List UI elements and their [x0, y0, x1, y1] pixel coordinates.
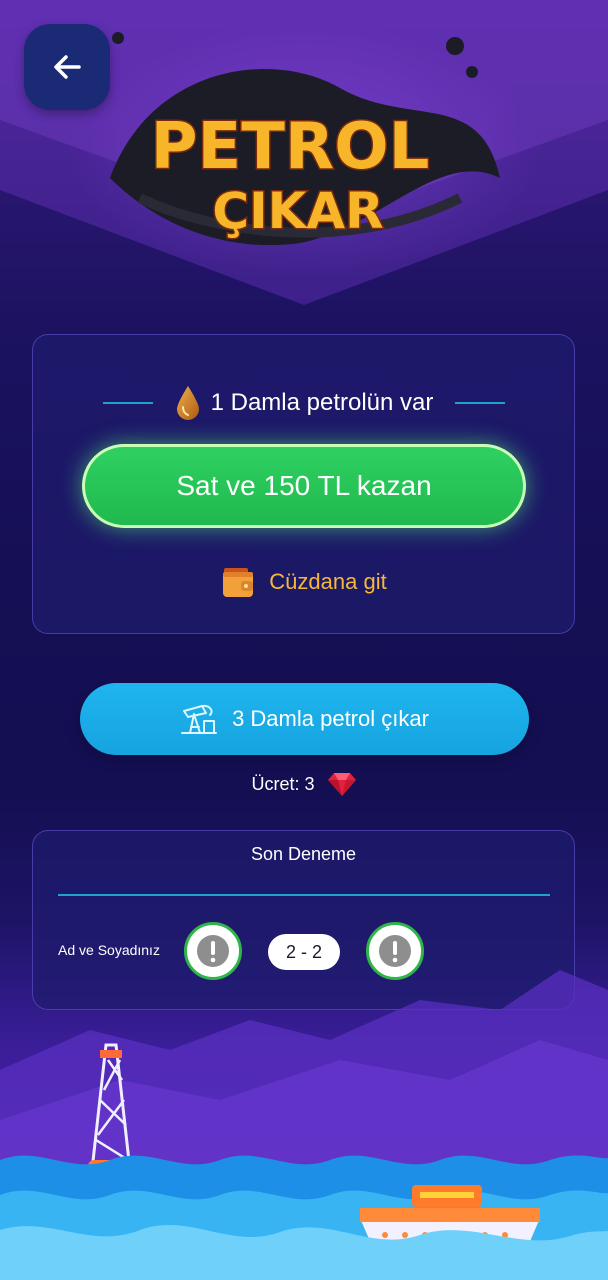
divider-left — [102, 402, 153, 404]
arrow-left-icon — [54, 55, 81, 79]
oil-drop-icon — [176, 386, 199, 420]
logo-line2: ÇIKAR — [212, 182, 383, 240]
extract-oil-button[interactable]: 3 Damla petrol çıkar — [80, 683, 529, 755]
petrol-balance-row: 1 Damla petrolün var — [0, 380, 608, 426]
oil-pump-icon — [181, 704, 218, 734]
fee-text: Ücret: 3 — [251, 773, 315, 794]
player-name: Ad ve Soyadınız — [58, 942, 160, 958]
logo-line1: PETROL — [151, 110, 430, 184]
go-to-wallet-link[interactable]: Cüzdana git — [0, 560, 608, 604]
ruby-gem-icon — [327, 773, 356, 796]
sell-button[interactable]: Sat ve 150 TL kazan — [82, 444, 526, 528]
last-attempt-title: Son Deneme — [250, 844, 357, 864]
last-attempt-divider — [58, 894, 550, 896]
petrol-balance-text: 1 Damla petrolün var — [210, 389, 434, 416]
sea-scene-illustration — [0, 970, 608, 1280]
go-to-wallet-label: Cüzdana git — [269, 569, 387, 594]
fee-row: Ücret: 3 — [0, 766, 608, 802]
wallet-icon — [223, 568, 254, 597]
extract-oil-label: 3 Damla petrol çıkar — [232, 706, 429, 731]
divider-right — [455, 402, 506, 404]
petrol-cikar-logo: PETROL ÇIKAR — [110, 32, 500, 246]
